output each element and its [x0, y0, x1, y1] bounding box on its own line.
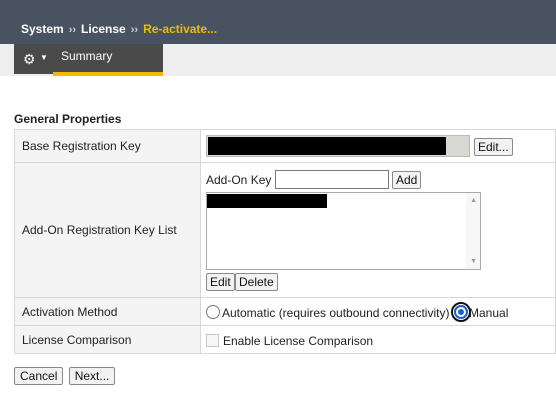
scroll-up-icon[interactable]: ▲ [470, 197, 477, 204]
cancel-button[interactable]: Cancel [14, 367, 64, 385]
redacted-base-key [208, 137, 446, 155]
addon-key-list-label: Add-On Registration Key List [14, 162, 201, 298]
gear-icon: ⚙ [23, 51, 36, 67]
base-key-cell: Edit... [200, 129, 556, 163]
breadcrumb-system[interactable]: System [21, 22, 64, 36]
breadcrumb-license[interactable]: License [81, 22, 126, 36]
table-row: Add-On Registration Key List Add-On Key … [14, 162, 556, 298]
next-button[interactable]: Next... [68, 367, 116, 385]
license-comparison-cell: Enable License Comparison [200, 325, 556, 354]
enable-comparison-checkbox[interactable] [206, 334, 219, 347]
addon-key-cell: Add-On Key Add ▲ ▼ Edit Delete [200, 162, 556, 298]
radio-manual-label: Manual [469, 306, 509, 320]
chevron-down-icon: ▼ [40, 53, 48, 62]
breadcrumb-separator: ›› [130, 24, 139, 36]
radio-manual[interactable] [454, 305, 468, 319]
activation-method-label: Activation Method [14, 297, 201, 326]
scroll-down-icon[interactable]: ▼ [470, 258, 477, 265]
breadcrumb-separator: ›› [68, 24, 77, 36]
radio-automatic-label: Automatic (requires outbound connectivit… [222, 306, 450, 320]
enable-comparison-label: Enable License Comparison [223, 334, 374, 348]
table-row: Activation Method Automatic (requires ou… [14, 297, 556, 326]
header-bar: System ›› License ›› Re-activate... [0, 0, 556, 44]
table-row: License Comparison Enable License Compar… [14, 325, 556, 354]
base-key-edit-button[interactable]: Edit... [474, 138, 513, 156]
base-key-label: Base Registration Key [14, 129, 201, 163]
table-row: Base Registration Key Edit... [14, 129, 556, 163]
radio-automatic[interactable] [206, 305, 220, 319]
section-title: General Properties [14, 112, 122, 126]
addon-key-label: Add-On Key [206, 173, 272, 187]
activation-method-cell: Automatic (requires outbound connectivit… [200, 297, 556, 326]
footer-buttons: Cancel Next... [14, 367, 116, 385]
addon-key-input[interactable] [275, 170, 389, 189]
tab-strip: ⚙ ▼ Summary [0, 44, 556, 76]
tab-summary[interactable]: Summary [53, 44, 163, 76]
addon-delete-button[interactable]: Delete [235, 273, 278, 291]
breadcrumb-current: Re-activate... [143, 22, 218, 36]
addon-add-button[interactable]: Add [392, 171, 422, 189]
settings-menu-button[interactable]: ⚙ ▼ [14, 44, 54, 74]
addon-key-listbox[interactable]: ▲ ▼ [206, 192, 481, 270]
license-comparison-label: License Comparison [14, 325, 201, 354]
addon-edit-button[interactable]: Edit [206, 273, 235, 291]
tab-summary-label: Summary [61, 49, 113, 63]
listbox-scrollbar[interactable]: ▲ ▼ [466, 193, 480, 269]
breadcrumb: System ›› License ›› Re-activate... [21, 22, 217, 36]
redacted-addon-key [207, 194, 327, 208]
properties-table: Base Registration Key Edit... Add-On Reg… [14, 129, 556, 354]
